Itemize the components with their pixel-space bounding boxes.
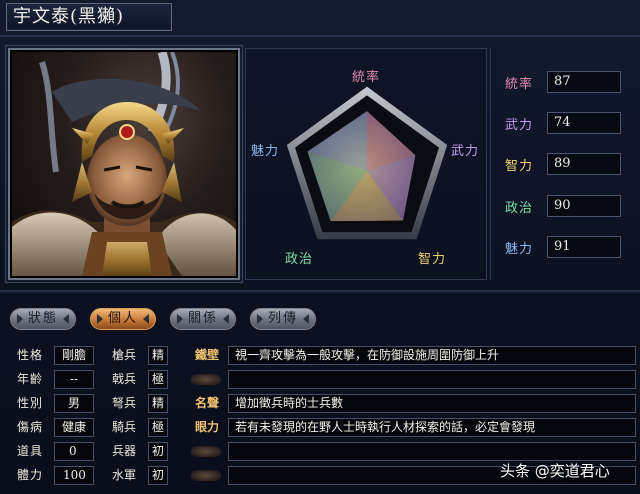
stat-label: 統率 [505,76,534,92]
watermark: 头条 @奕道君心 [500,462,610,480]
skill-label-navy: 水軍 [111,468,136,482]
trait-empty-slot [191,374,221,385]
stat-row-charm: 魅力 91 [505,236,621,258]
attr-value-personality: 剛膽 [54,346,94,365]
trait-desc-iron-wall: 視一齊攻擊為一般攻擊，在防御設施周圍防御上升 [228,346,636,365]
trait-desc-insight: 若有未發現的在野人士時執行人材探索的話，必定會發現 [228,418,636,437]
skill-rank-spear: 精 [148,346,168,365]
tab-status[interactable]: 狀態 [10,308,76,330]
stats-panel: 統率 87 武力 74 智力 89 政治 90 魅力 91 [490,48,635,280]
stat-row-politics: 政治 90 [505,195,621,217]
skill-label-spear: 槍兵 [111,348,136,362]
stat-row-intelligence: 智力 89 [505,153,621,175]
officer-name-title: 宇文泰(黑獺) [6,3,172,31]
stat-value: 90 [547,195,621,217]
attr-value-sex: 男 [54,394,94,413]
attr-label-personality: 性格 [16,348,43,362]
attr-value-stamina: 100 [54,466,94,485]
stat-row-leadership: 統率 87 [505,71,621,93]
radar-label-leadership: 統率 [352,70,381,85]
skill-label-siege: 兵器 [111,444,136,458]
skill-label-cavalry: 騎兵 [111,420,136,434]
radar-label-charm: 魅力 [251,144,280,159]
skill-label-crossbow: 弩兵 [111,396,136,410]
stat-label: 魅力 [505,241,534,257]
skill-rank-halberd: 極 [148,370,168,389]
trait-empty-slot [191,446,221,457]
attribute-radar-panel: 統率 武力 智力 政治 魅力 [245,48,487,280]
stat-value: 89 [547,153,621,175]
trait-tag-fame[interactable]: 名聲 [190,394,224,413]
stat-value: 91 [547,236,621,258]
trait-tag-insight[interactable]: 眼力 [190,418,224,437]
portrait-illustration [12,52,236,276]
divider [0,35,640,37]
trait-desc-empty [228,370,636,389]
attr-label-stamina: 體力 [16,468,43,482]
portrait-frame [8,48,240,280]
attr-value-health: 健康 [54,418,94,437]
tab-personal[interactable]: 個人 [90,308,156,330]
stat-row-martial: 武力 74 [505,112,621,134]
stat-label: 政治 [505,200,534,216]
attr-label-sex: 性別 [16,396,43,410]
stat-value: 87 [547,71,621,93]
trait-desc-fame: 增加徵兵時的士兵數 [228,394,636,413]
trait-desc-empty [228,442,636,461]
stat-label: 智力 [505,158,534,174]
officer-portrait [12,52,236,276]
attr-label-items: 道具 [16,444,43,458]
stat-value: 74 [547,112,621,134]
stat-label: 武力 [505,117,534,133]
skill-rank-navy: 初 [148,466,168,485]
tab-biography[interactable]: 列傳 [250,308,316,330]
radar-label-martial: 武力 [451,144,480,159]
radar-label-intelligence: 智力 [418,252,447,267]
radar-label-politics: 政治 [285,252,314,267]
attr-label-age: 年齡 [16,372,43,386]
officer-detail-screen: 宇文泰(黑獺) 統率 武力 智力 政治 魅力 統率 87 武力 74 智力 89… [0,0,640,494]
skill-rank-siege: 初 [148,442,168,461]
trait-empty-slot [191,470,221,481]
attr-label-health: 傷病 [16,420,43,434]
skill-label-halberd: 戟兵 [111,372,136,386]
skill-rank-crossbow: 精 [148,394,168,413]
skill-rank-cavalry: 極 [148,418,168,437]
tab-relations[interactable]: 關係 [170,308,236,330]
divider [0,290,640,293]
attr-value-items: 0 [54,442,94,461]
attr-value-age: -- [54,370,94,389]
trait-tag-iron-wall[interactable]: 鐵壁 [190,346,224,365]
